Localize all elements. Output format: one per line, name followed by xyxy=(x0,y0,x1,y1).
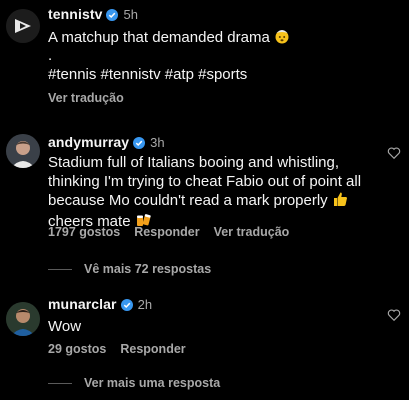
comment-hashtags[interactable]: #tennis #tennistv #atp #sports xyxy=(48,65,247,84)
divider-line xyxy=(48,268,72,270)
likes-count[interactable]: 29 gostos xyxy=(48,342,106,356)
comment-time: 2h xyxy=(137,297,153,312)
reply-button[interactable]: Responder xyxy=(120,342,185,356)
view-replies-button[interactable]: Ver mais uma resposta xyxy=(48,376,220,390)
tennistv-logo-icon xyxy=(6,9,40,43)
heart-outline-icon xyxy=(387,147,401,160)
username-andymurray[interactable]: andymurray xyxy=(48,134,129,150)
comment-header-tennistv: tennistv 5h xyxy=(48,6,138,26)
avatar-photo-icon xyxy=(6,134,40,168)
comment-actions: 1797 gostos Responder Ver tradução xyxy=(48,225,303,239)
comment-text: Stadium full of Italians booing and whis… xyxy=(48,153,383,233)
verified-badge-icon xyxy=(120,298,133,316)
like-comment-button[interactable] xyxy=(387,146,401,165)
username-munarclar[interactable]: munarclar xyxy=(48,296,117,312)
see-translation-link[interactable]: Ver tradução xyxy=(214,225,290,239)
verified-badge-icon xyxy=(133,136,146,154)
divider-line xyxy=(48,382,72,384)
avatar-munarclar[interactable] xyxy=(6,302,40,336)
comment-text: A matchup that demanded drama xyxy=(48,28,290,49)
thumbs-up-emoji-icon xyxy=(332,191,348,212)
exploding-head-emoji-icon xyxy=(274,28,290,49)
avatar-photo-icon xyxy=(6,302,40,336)
see-translation-link[interactable]: Ver tradução xyxy=(48,91,124,105)
comment-header-andymurray: andymurray 3h xyxy=(48,134,165,154)
verified-badge-icon xyxy=(106,8,119,26)
comment-header-munarclar: munarclar 2h xyxy=(48,296,152,316)
comment-time: 3h xyxy=(150,135,165,150)
comment-actions: 29 gostos Responder xyxy=(48,342,200,356)
comment-text-dot: . xyxy=(48,47,53,64)
comment-text: Wow xyxy=(48,318,82,335)
likes-count[interactable]: 1797 gostos xyxy=(48,225,120,239)
heart-outline-icon xyxy=(387,309,401,322)
avatar-andymurray[interactable] xyxy=(6,134,40,168)
reply-button[interactable]: Responder xyxy=(134,225,199,239)
view-replies-button[interactable]: Vê mais 72 respostas xyxy=(48,262,211,276)
avatar-tennistv[interactable] xyxy=(6,9,40,43)
comment-time: 5h xyxy=(123,7,138,22)
username-tennistv[interactable]: tennistv xyxy=(48,6,102,22)
like-comment-button[interactable] xyxy=(387,308,401,327)
